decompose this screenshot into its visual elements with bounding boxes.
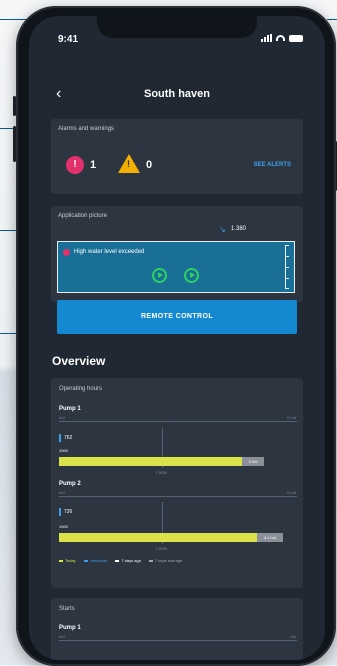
application-title: Application picture bbox=[58, 213, 108, 219]
pump-max: 6 h/d bbox=[287, 490, 296, 495]
operating-hours-bar bbox=[59, 533, 283, 542]
threshold-sub: 1000 bbox=[59, 448, 68, 453]
alarm-count: 1 bbox=[90, 159, 97, 171]
pump-name: Pump 1 bbox=[59, 406, 81, 412]
battery-icon bbox=[289, 34, 303, 42]
reference-tick: 1 500h bbox=[155, 546, 168, 551]
threshold-sub: 1000 bbox=[59, 524, 68, 529]
edge-line bbox=[327, 19, 337, 20]
bar-value-label: 3 h/d bbox=[242, 457, 264, 466]
pump-icon bbox=[184, 268, 199, 283]
notch bbox=[97, 16, 257, 38]
pump-sub: h/d bbox=[59, 634, 65, 639]
alarms-card: Alarms and warnings ! 1 ! 0 SEE ALERTS bbox=[51, 119, 303, 194]
status-time: 9:41 bbox=[58, 34, 79, 45]
axis-line bbox=[59, 421, 297, 422]
legend-item: 7 days ago bbox=[115, 558, 141, 563]
threshold-icon bbox=[59, 434, 61, 442]
highlight-text: High water level exceeded bbox=[74, 249, 145, 255]
status-icons bbox=[261, 34, 303, 42]
alarms-title: Alarms and warnings bbox=[58, 126, 115, 132]
nav-bar: ‹ South haven bbox=[29, 86, 325, 110]
signal-icon bbox=[261, 34, 272, 42]
overview-heading: Overview bbox=[52, 354, 106, 368]
axis-line bbox=[59, 496, 297, 497]
operating-hours-title: Operating hours bbox=[59, 386, 103, 392]
pump-max: 6 h/d bbox=[287, 415, 296, 420]
app-screen: 9:41 ‹ South haven Alarms and warnings !… bbox=[29, 16, 325, 660]
legend-item: Yesterday bbox=[84, 558, 108, 563]
wifi-icon bbox=[276, 35, 285, 41]
pump-name: Pump 1 bbox=[59, 625, 81, 631]
page-title: South haven bbox=[143, 88, 210, 100]
warning-count: 0 bbox=[146, 159, 153, 171]
pump-sub: h/d bbox=[59, 415, 65, 420]
pump-icon bbox=[152, 268, 167, 283]
status-bar: 9:41 bbox=[29, 16, 325, 52]
application-picture[interactable]: High water level exceeded bbox=[57, 241, 295, 293]
operating-hours-card: Operating hours Pump 1 h/d 6 h/d 762 100… bbox=[51, 378, 303, 588]
volume-button bbox=[13, 126, 16, 162]
level-value: 1.380 bbox=[231, 226, 247, 232]
threshold-value: 726 bbox=[64, 509, 73, 515]
reference-tick: 1 500h bbox=[155, 470, 168, 475]
volume-button bbox=[13, 96, 16, 116]
axis-line bbox=[59, 640, 297, 641]
starts-card: Starts Pump 1 h/d 6/h bbox=[51, 598, 303, 660]
alarm-dot-icon bbox=[63, 249, 70, 256]
chart-legend: Today Yesterday 7 days ago 7 days averag… bbox=[59, 558, 182, 563]
threshold-icon bbox=[59, 508, 61, 516]
starts-title: Starts bbox=[59, 606, 75, 612]
alarm-icon: ! bbox=[66, 156, 84, 174]
remote-control-button[interactable]: REMOTE CONTROL bbox=[57, 300, 297, 334]
pump-max: 6/h bbox=[290, 634, 296, 639]
threshold-value: 762 bbox=[64, 435, 73, 441]
application-picture-card: Application picture ↘ 1.380 High water l… bbox=[51, 206, 303, 302]
pump-name: Pump 2 bbox=[59, 481, 81, 487]
level-scale bbox=[285, 245, 289, 289]
pump-sub: h/d bbox=[59, 490, 65, 495]
legend-item: Today bbox=[59, 558, 76, 563]
see-alerts-link[interactable]: SEE ALERTS bbox=[254, 162, 291, 168]
legend-item: 7 days average bbox=[149, 558, 182, 563]
level-icon: ↘ bbox=[219, 225, 226, 234]
operating-hours-bar bbox=[59, 457, 264, 466]
warning-icon: ! bbox=[118, 154, 140, 173]
bar-value-label: 4.1 h/d bbox=[257, 533, 283, 542]
